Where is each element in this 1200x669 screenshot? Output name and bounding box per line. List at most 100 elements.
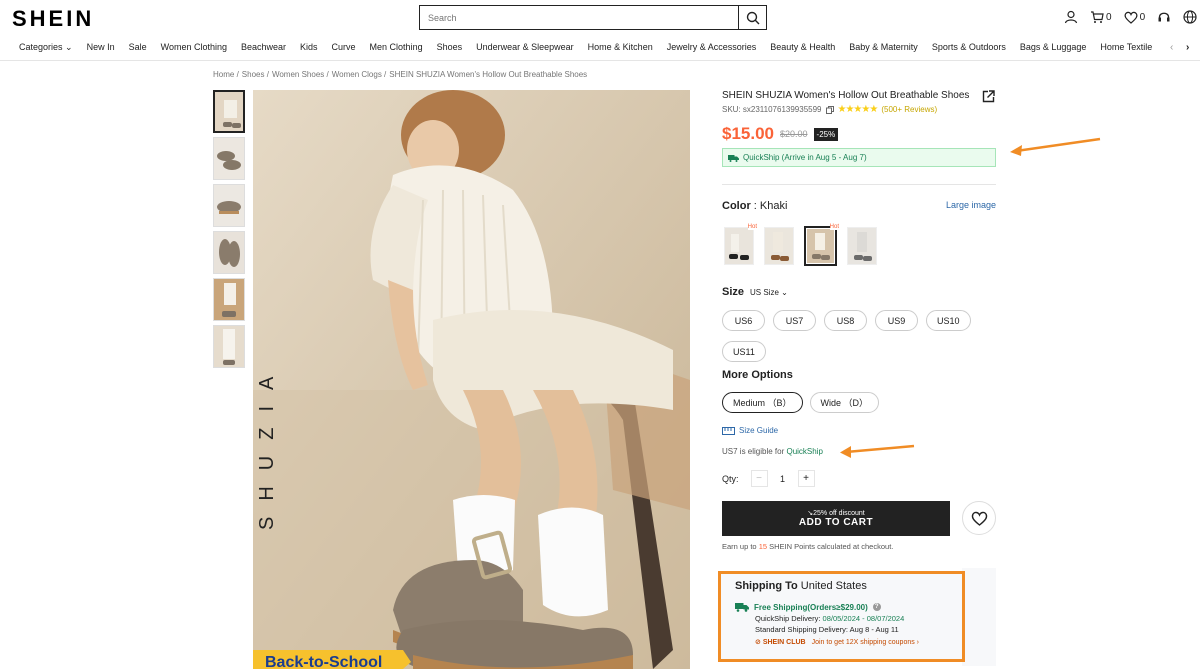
nav-next-icon[interactable]: › bbox=[1186, 42, 1189, 53]
headset-icon bbox=[1158, 12, 1170, 22]
cart-count: 0 bbox=[1106, 11, 1112, 23]
size-label: Size bbox=[722, 286, 745, 298]
breadcrumb: Home / Shoes / Women Shoes / Women Clogs / S… bbox=[213, 70, 587, 79]
nav-item[interactable]: Beauty & Health bbox=[770, 42, 835, 53]
nav-item[interactable]: New In bbox=[87, 42, 115, 53]
language-button[interactable] bbox=[1183, 10, 1197, 24]
user-icon bbox=[1064, 10, 1078, 24]
search-bar bbox=[419, 5, 767, 30]
size-guide-link[interactable]: Size Guide bbox=[722, 426, 778, 435]
quickship-text: QuickShip (Arrive in Aug 5 - Aug 7) bbox=[743, 153, 867, 162]
image-brand-text: SHUZIA bbox=[256, 361, 278, 530]
support-button[interactable] bbox=[1157, 10, 1171, 24]
search-button[interactable] bbox=[738, 6, 766, 29]
share-icon bbox=[982, 90, 995, 103]
nav-item[interactable]: Kids bbox=[300, 42, 318, 53]
info-icon[interactable]: ? bbox=[872, 603, 881, 611]
thumbnail[interactable] bbox=[213, 184, 245, 227]
wishlist-toggle[interactable] bbox=[962, 501, 996, 535]
breadcrumb-item[interactable]: Home / bbox=[213, 70, 239, 79]
cart-button[interactable]: 0 bbox=[1090, 10, 1112, 24]
reviews-link[interactable]: (500+ Reviews) bbox=[881, 105, 937, 114]
share-button[interactable] bbox=[982, 90, 995, 108]
categories-menu[interactable]: Categories ⌄ bbox=[19, 42, 73, 53]
nav-item[interactable]: Home & Kitchen bbox=[588, 42, 653, 53]
nav-item[interactable]: Beachwear bbox=[241, 42, 286, 53]
thumbnail[interactable] bbox=[213, 90, 245, 133]
qty-label: Qty: bbox=[722, 473, 739, 484]
sale-price: $15.00 bbox=[722, 124, 774, 143]
nav-item[interactable]: Bags & Luggage bbox=[1020, 42, 1087, 53]
price-row: $15.00 $20.00 -25% bbox=[722, 124, 839, 144]
breadcrumb-item[interactable]: Women Clogs / bbox=[332, 70, 387, 79]
color-row: Color : Khaki Large image bbox=[722, 200, 996, 212]
shein-club-row[interactable]: ⊘ SHEIN CLUB Join to get 12X shipping co… bbox=[755, 638, 948, 647]
color-swatch[interactable]: Hot bbox=[724, 224, 757, 265]
nav-item[interactable]: Sale bbox=[129, 42, 147, 53]
thumbnail[interactable] bbox=[213, 231, 245, 274]
size-option[interactable]: US7 bbox=[773, 310, 816, 331]
thumbnail[interactable] bbox=[213, 278, 245, 321]
main-product-image[interactable]: SHUZIA Back-to-School bbox=[253, 90, 690, 669]
shein-logo[interactable]: SHEIN bbox=[12, 6, 94, 32]
large-image-link[interactable]: Large image bbox=[946, 200, 996, 212]
free-shipping-row: Free Shipping(Orders≥$29.00) ? bbox=[735, 602, 948, 612]
wishlist-button[interactable]: 0 bbox=[1124, 11, 1145, 24]
standard-delivery: Standard Shipping Delivery: Aug 8 - Aug … bbox=[755, 625, 899, 634]
globe-icon bbox=[1183, 10, 1197, 24]
size-option[interactable]: US11 bbox=[722, 341, 766, 362]
nav-item[interactable]: Shoes bbox=[437, 42, 463, 53]
nav-item[interactable]: Sports & Outdoors bbox=[932, 42, 1006, 53]
size-system-select[interactable]: US Size ⌄ bbox=[750, 288, 788, 297]
color-swatch[interactable] bbox=[764, 227, 794, 265]
width-option[interactable]: Wide （D） bbox=[809, 392, 880, 413]
size-option[interactable]: US9 bbox=[875, 310, 918, 331]
nav-item[interactable]: Baby & Maternity bbox=[849, 42, 918, 53]
club-join-link[interactable]: Join to get 12X shipping coupons › bbox=[812, 639, 919, 646]
nav-item[interactable]: Men Clothing bbox=[370, 42, 423, 53]
breadcrumb-item[interactable]: SHEIN SHUZIA Women's Hollow Out Breathab… bbox=[389, 70, 587, 79]
color-swatch[interactable] bbox=[847, 227, 877, 265]
breadcrumb-item[interactable]: Shoes / bbox=[242, 70, 269, 79]
discount-badge: -25% bbox=[813, 127, 839, 141]
size-option[interactable]: US10 bbox=[926, 310, 971, 331]
nav-items: Categories ⌄ New In Sale Women Clothing Beac… bbox=[19, 42, 1166, 53]
nav-item[interactable]: Jewelry & Accessories bbox=[667, 42, 757, 53]
more-options-label: More Options bbox=[722, 369, 793, 381]
points-note: Earn up to 15 SHEIN Points calculated at… bbox=[722, 542, 894, 551]
size-option[interactable]: US6 bbox=[722, 310, 765, 331]
nav-item[interactable]: Curve bbox=[332, 42, 356, 53]
thumbnail[interactable] bbox=[213, 325, 245, 368]
shipping-panel-bg bbox=[962, 568, 996, 666]
search-input[interactable] bbox=[420, 6, 738, 29]
shipping-panel: Shipping To United States Free Shipping(… bbox=[718, 571, 965, 662]
thumbnail[interactable] bbox=[213, 137, 245, 180]
copy-icon[interactable] bbox=[825, 105, 834, 114]
breadcrumb-item[interactable]: Women Shoes / bbox=[272, 70, 329, 79]
add-to-cart-button[interactable]: ↘25% off discount ADD TO CART bbox=[722, 501, 950, 536]
sku-text: SKU: sx2311076139935599 bbox=[722, 105, 822, 114]
qty-minus-button[interactable]: − bbox=[750, 470, 768, 487]
qty-input[interactable]: 1 bbox=[772, 474, 794, 484]
quickship-link[interactable]: QuickShip bbox=[786, 447, 822, 456]
nav-item[interactable]: Women Clothing bbox=[161, 42, 227, 53]
search-icon bbox=[746, 11, 759, 24]
shein-club-badge: ⊘ SHEIN CLUB bbox=[755, 639, 806, 646]
width-option-selected[interactable]: Medium （B） bbox=[722, 392, 803, 413]
qty-plus-button[interactable]: + bbox=[797, 470, 815, 487]
truck-icon bbox=[728, 154, 739, 162]
atc-label: ADD TO CART bbox=[798, 517, 874, 528]
nav-item[interactable]: Home Textile bbox=[1100, 42, 1152, 53]
color-label: Color bbox=[722, 200, 751, 212]
rating-stars: ★★★★★ bbox=[837, 104, 879, 115]
size-options: US6 US7 US8 US9 US10 US11 bbox=[722, 310, 996, 362]
nav-item[interactable]: Underwear & Sleepwear bbox=[476, 42, 574, 53]
ruler-icon bbox=[722, 426, 735, 435]
hot-badge: Hot bbox=[747, 224, 757, 230]
shipping-title: Shipping To United States bbox=[735, 580, 867, 592]
account-button[interactable] bbox=[1064, 10, 1078, 24]
color-swatches: Hot Hot bbox=[724, 224, 877, 266]
size-option[interactable]: US8 bbox=[824, 310, 867, 331]
color-swatch-selected[interactable]: Hot bbox=[804, 224, 839, 266]
nav-prev-icon[interactable]: ‹ bbox=[1170, 42, 1173, 53]
